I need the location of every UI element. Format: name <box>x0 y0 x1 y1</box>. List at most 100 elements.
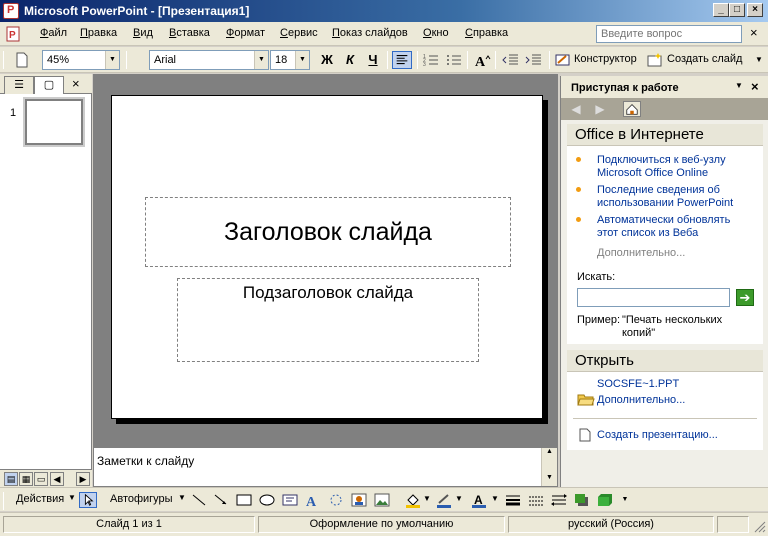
zoom-combo[interactable]: 45% ▼ <box>42 50 120 70</box>
scroll-up-icon[interactable]: ▲ <box>543 448 556 460</box>
underline-button[interactable]: Ч <box>363 51 383 69</box>
resize-grip-icon[interactable] <box>752 519 766 533</box>
font-color-icon[interactable]: A <box>470 492 488 508</box>
go-arrow-icon[interactable]: ➔ <box>736 289 754 306</box>
home-icon[interactable] <box>623 101 641 117</box>
status-design: Оформление по умолчанию <box>258 516 505 533</box>
create-presentation-link[interactable]: Создать презентацию... <box>597 429 718 442</box>
arrow-icon[interactable] <box>212 492 230 508</box>
numbered-list-icon[interactable]: 123 <box>421 51 441 69</box>
line-style-icon[interactable] <box>504 492 522 508</box>
actions-menu[interactable]: Действия <box>16 493 64 505</box>
link-latest-news[interactable]: Последние сведения об использовании Powe… <box>597 184 747 210</box>
new-slide-icon[interactable] <box>645 51 665 69</box>
menu-edit[interactable]: Правка <box>80 27 117 39</box>
chevron-down-icon[interactable]: ▼ <box>735 81 743 90</box>
increase-font-icon[interactable]: A <box>472 51 492 69</box>
picture-icon[interactable] <box>373 492 391 508</box>
status-slide-info: Слайд 1 из 1 <box>3 516 255 533</box>
scroll-down-icon[interactable]: ▼ <box>543 474 556 486</box>
search-label: Искать: <box>577 271 616 283</box>
search-input[interactable] <box>577 288 730 307</box>
help-question-input[interactable] <box>596 25 742 43</box>
text-box-icon[interactable] <box>281 492 299 508</box>
design-icon[interactable] <box>553 51 573 69</box>
decrease-indent-icon[interactable] <box>500 51 520 69</box>
scroll-left-icon[interactable]: ◀ <box>50 472 64 486</box>
notes-placeholder[interactable]: Заметки к слайду <box>97 454 194 468</box>
link-auto-update[interactable]: Автоматически обновлять этот список из В… <box>597 214 747 240</box>
slide-sorter-view-icon[interactable]: ▦ <box>19 472 33 486</box>
link-more-open[interactable]: Дополнительно... <box>597 394 685 407</box>
increase-indent-icon[interactable] <box>523 51 543 69</box>
autoshapes-menu[interactable]: Автофигуры <box>110 493 173 505</box>
chevron-down-icon[interactable]: ▼ <box>455 494 463 503</box>
notes-pane[interactable]: Заметки к слайду ▲ ▼ <box>93 447 558 487</box>
font-size-combo[interactable]: 18 ▼ <box>270 50 310 70</box>
slide-thumbnail[interactable] <box>23 97 85 147</box>
dash-style-icon[interactable] <box>527 492 545 508</box>
notes-scrollbar[interactable]: ▲ ▼ <box>541 448 557 486</box>
close-task-pane-icon[interactable]: × <box>751 79 759 94</box>
menu-slideshow[interactable]: Показ слайдов <box>332 27 408 39</box>
close-pane-icon[interactable]: × <box>72 76 80 91</box>
menu-file[interactable]: Файл <box>40 27 67 39</box>
slideshow-view-icon[interactable]: ▭ <box>34 472 48 486</box>
toolbar-options-icon[interactable]: ▼ <box>620 491 630 509</box>
chevron-down-icon[interactable]: ▼ <box>254 51 268 69</box>
scroll-right-icon[interactable]: ▶ <box>76 472 90 486</box>
status-language: русский (Россия) <box>508 516 714 533</box>
align-left-icon[interactable] <box>392 51 412 69</box>
arrow-style-icon[interactable] <box>550 492 568 508</box>
new-slide-button[interactable]: Создать слайд <box>667 53 742 65</box>
italic-button[interactable]: К <box>340 51 360 69</box>
menu-format[interactable]: Формат <box>226 27 265 39</box>
diagram-icon[interactable] <box>327 492 345 508</box>
normal-view-icon[interactable]: ▤ <box>4 472 18 486</box>
fill-color-icon[interactable] <box>404 492 422 508</box>
line-icon[interactable] <box>190 492 208 508</box>
rectangle-icon[interactable] <box>235 492 253 508</box>
designer-button[interactable]: Конструктор <box>574 53 637 65</box>
example-text: "Печать нескольких копий" <box>622 314 723 339</box>
document-menu-icon[interactable]: P <box>4 25 22 43</box>
recent-file-link[interactable]: SOCSFE~1.PPT <box>597 378 679 391</box>
title-placeholder[interactable]: Заголовок слайда <box>145 197 511 267</box>
powerpoint-app-icon[interactable] <box>3 3 19 19</box>
menu-window[interactable]: Окно <box>423 27 449 39</box>
clipart-icon[interactable] <box>350 492 368 508</box>
chevron-down-icon[interactable]: ▼ <box>423 494 431 503</box>
forward-icon[interactable]: ▶ <box>591 101 609 117</box>
close-button[interactable]: × <box>747 3 763 17</box>
wordart-icon[interactable]: A <box>304 492 322 508</box>
font-combo[interactable]: Arial ▼ <box>149 50 269 70</box>
bullet-list-icon[interactable] <box>444 51 464 69</box>
close-document-icon[interactable]: × <box>750 25 758 40</box>
bold-button[interactable]: Ж <box>317 51 337 69</box>
chevron-down-icon[interactable]: ▼ <box>491 494 499 503</box>
chevron-down-icon[interactable]: ▼ <box>295 51 309 69</box>
oval-icon[interactable] <box>258 492 276 508</box>
3d-style-icon[interactable] <box>596 492 614 508</box>
minimize-button[interactable]: _ <box>713 3 729 17</box>
link-connect-office-online[interactable]: Подключиться к веб-узлу Microsoft Office… <box>597 154 747 180</box>
menu-insert[interactable]: Вставка <box>169 27 210 39</box>
menu-tools[interactable]: Сервис <box>280 27 318 39</box>
line-color-icon[interactable] <box>435 492 453 508</box>
link-more-online[interactable]: Дополнительно... <box>597 247 685 259</box>
tab-slides[interactable]: ▢ <box>34 76 64 94</box>
menu-help[interactable]: Справка <box>465 27 508 39</box>
subtitle-placeholder[interactable]: Подзаголовок слайда <box>177 278 479 362</box>
tab-outline[interactable]: ☰ <box>4 76 34 94</box>
new-document-icon[interactable] <box>12 51 32 69</box>
chevron-down-icon[interactable]: ▼ <box>178 493 186 502</box>
slide-canvas[interactable]: Заголовок слайда Подзаголовок слайда <box>111 95 543 419</box>
shadow-icon[interactable] <box>573 492 591 508</box>
maximize-button[interactable]: □ <box>729 3 745 17</box>
select-pointer-icon[interactable] <box>79 492 97 508</box>
chevron-down-icon[interactable]: ▼ <box>68 493 76 502</box>
toolbar-options-icon[interactable]: ▼ <box>753 50 765 70</box>
chevron-down-icon[interactable]: ▼ <box>105 51 119 69</box>
menu-view[interactable]: Вид <box>133 27 153 39</box>
back-icon[interactable]: ◀ <box>567 101 585 117</box>
